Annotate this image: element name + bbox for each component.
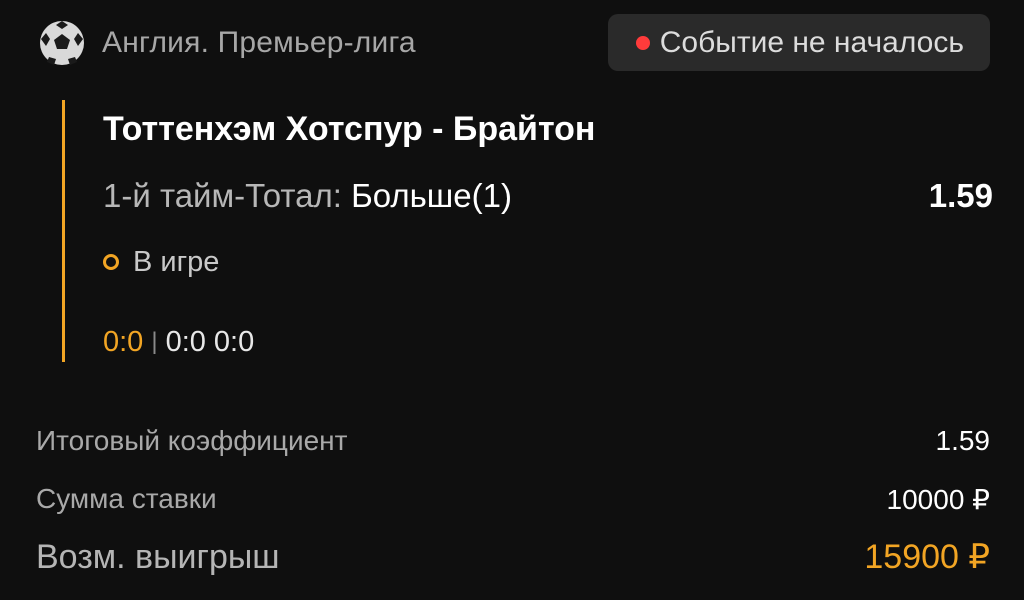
stake-label: Сумма ставки: [36, 483, 217, 514]
soccer-ball-icon: [38, 19, 86, 67]
possible-win-row: Возм. выигрыш 15900 ₽: [36, 528, 990, 586]
odds-value: 1.59: [928, 177, 993, 214]
score-main: 0:0: [103, 325, 144, 358]
bet-header: Англия. Премьер-лига Событие не началось: [38, 14, 990, 72]
total-odds-value: 1.59: [935, 425, 991, 456]
live-circle-icon: [103, 254, 119, 270]
total-odds-label: Итоговый коэффициент: [36, 425, 348, 456]
event-card: Тоттенхэм Хотспур - Брайтон 1-й тайм-Тот…: [62, 100, 993, 362]
league-row: Англия. Премьер-лига: [38, 14, 416, 72]
match-title[interactable]: Тоттенхэм Хотспур - Брайтон: [103, 110, 595, 149]
market-row: 1-й тайм-Тотал: Больше(1) 1.59: [103, 174, 993, 218]
total-odds-row: Итоговый коэффициент 1.59: [36, 412, 990, 470]
bet-summary: Итоговый коэффициент 1.59 Сумма ставки 1…: [36, 412, 990, 586]
market-outcome: Больше(1): [351, 177, 512, 214]
market-description: 1-й тайм-Тотал: Больше(1): [103, 177, 512, 215]
market-name: 1-й тайм-Тотал:: [103, 177, 342, 214]
live-status-label: В игре: [133, 245, 220, 278]
event-status-text: Событие не началось: [659, 25, 964, 59]
event-status-badge: Событие не началось: [607, 14, 990, 71]
possible-win-label: Возм. выигрыш: [36, 537, 280, 576]
live-status-row: В игре: [103, 242, 219, 282]
stake-row: Сумма ставки 10000 ₽: [36, 470, 990, 528]
score-detail: 0:0 0:0: [165, 325, 255, 358]
league-name: Англия. Премьер-лига: [102, 26, 416, 59]
stake-value: 10000 ₽: [886, 483, 990, 515]
score-separator: |: [151, 328, 158, 355]
score-row: 0:0 | 0:0 0:0: [103, 322, 254, 362]
status-dot-icon: [635, 35, 650, 50]
possible-win-value: 15900 ₽: [864, 538, 990, 576]
